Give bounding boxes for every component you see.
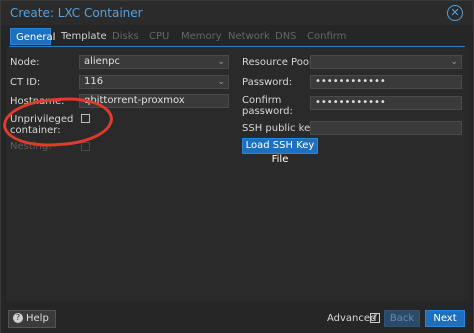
close-icon[interactable]: ✕ bbox=[447, 5, 463, 21]
help-button[interactable]: ? Help bbox=[8, 310, 56, 328]
node-select[interactable]: alienpc ⌄ bbox=[79, 55, 229, 69]
password-input[interactable]: •••••••••••• bbox=[310, 75, 462, 89]
tab-cpu[interactable]: CPU bbox=[144, 28, 174, 45]
tab-disks[interactable]: Disks bbox=[107, 28, 144, 45]
confirm-password-input[interactable]: •••••••••••• bbox=[310, 96, 462, 110]
confirm-password-label: Confirm password: bbox=[242, 95, 293, 117]
ctid-input[interactable]: 116 ⌄ bbox=[79, 75, 229, 89]
general-panel: Node: alienpc ⌄ CT ID: 116 ⌄ Hostname: q… bbox=[6, 47, 469, 301]
ssh-key-label: SSH public key: bbox=[242, 123, 319, 134]
chevron-down-icon: ⌄ bbox=[217, 57, 225, 67]
next-button[interactable]: Next bbox=[425, 310, 465, 327]
tab-confirm[interactable]: Confirm bbox=[302, 28, 351, 45]
confirm-password-value: •••••••••••• bbox=[315, 97, 386, 108]
tab-network[interactable]: Network bbox=[223, 28, 275, 45]
dialog-footer: ? Help Advanced ✓ Back Next bbox=[1, 301, 473, 333]
resource-pool-label: Resource Pool: bbox=[242, 57, 316, 68]
nesting-checkbox[interactable] bbox=[81, 142, 90, 151]
chevron-down-icon: ⌄ bbox=[450, 57, 458, 67]
ctid-label: CT ID: bbox=[10, 77, 41, 88]
title-bar: Create: LXC Container ✕ bbox=[1, 1, 473, 25]
load-ssh-key-button[interactable]: Load SSH Key File bbox=[242, 138, 318, 165]
back-button[interactable]: Back bbox=[384, 310, 420, 327]
ctid-value: 116 bbox=[84, 76, 104, 87]
node-value: alienpc bbox=[84, 56, 121, 67]
advanced-label: Advanced bbox=[327, 313, 377, 324]
tab-template[interactable]: Template bbox=[56, 28, 112, 45]
password-label: Password: bbox=[242, 77, 293, 88]
question-icon: ? bbox=[13, 313, 23, 323]
checkmark-icon: ✓ bbox=[371, 313, 379, 323]
tab-general[interactable]: General bbox=[10, 28, 55, 45]
resource-pool-select[interactable]: ⌄ bbox=[310, 55, 462, 69]
node-label: Node: bbox=[10, 57, 40, 68]
advanced-checkbox[interactable]: ✓ bbox=[370, 313, 380, 323]
help-label: Help bbox=[26, 313, 49, 324]
tab-memory[interactable]: Memory bbox=[176, 28, 227, 45]
chevron-down-icon: ⌄ bbox=[217, 77, 225, 87]
dialog-window: Create: LXC Container ✕ General Template… bbox=[0, 0, 474, 333]
tab-dns[interactable]: DNS bbox=[270, 28, 302, 45]
ssh-key-input[interactable] bbox=[310, 121, 462, 135]
dialog-title: Create: LXC Container bbox=[10, 6, 143, 20]
password-value: •••••••••••• bbox=[315, 76, 386, 87]
